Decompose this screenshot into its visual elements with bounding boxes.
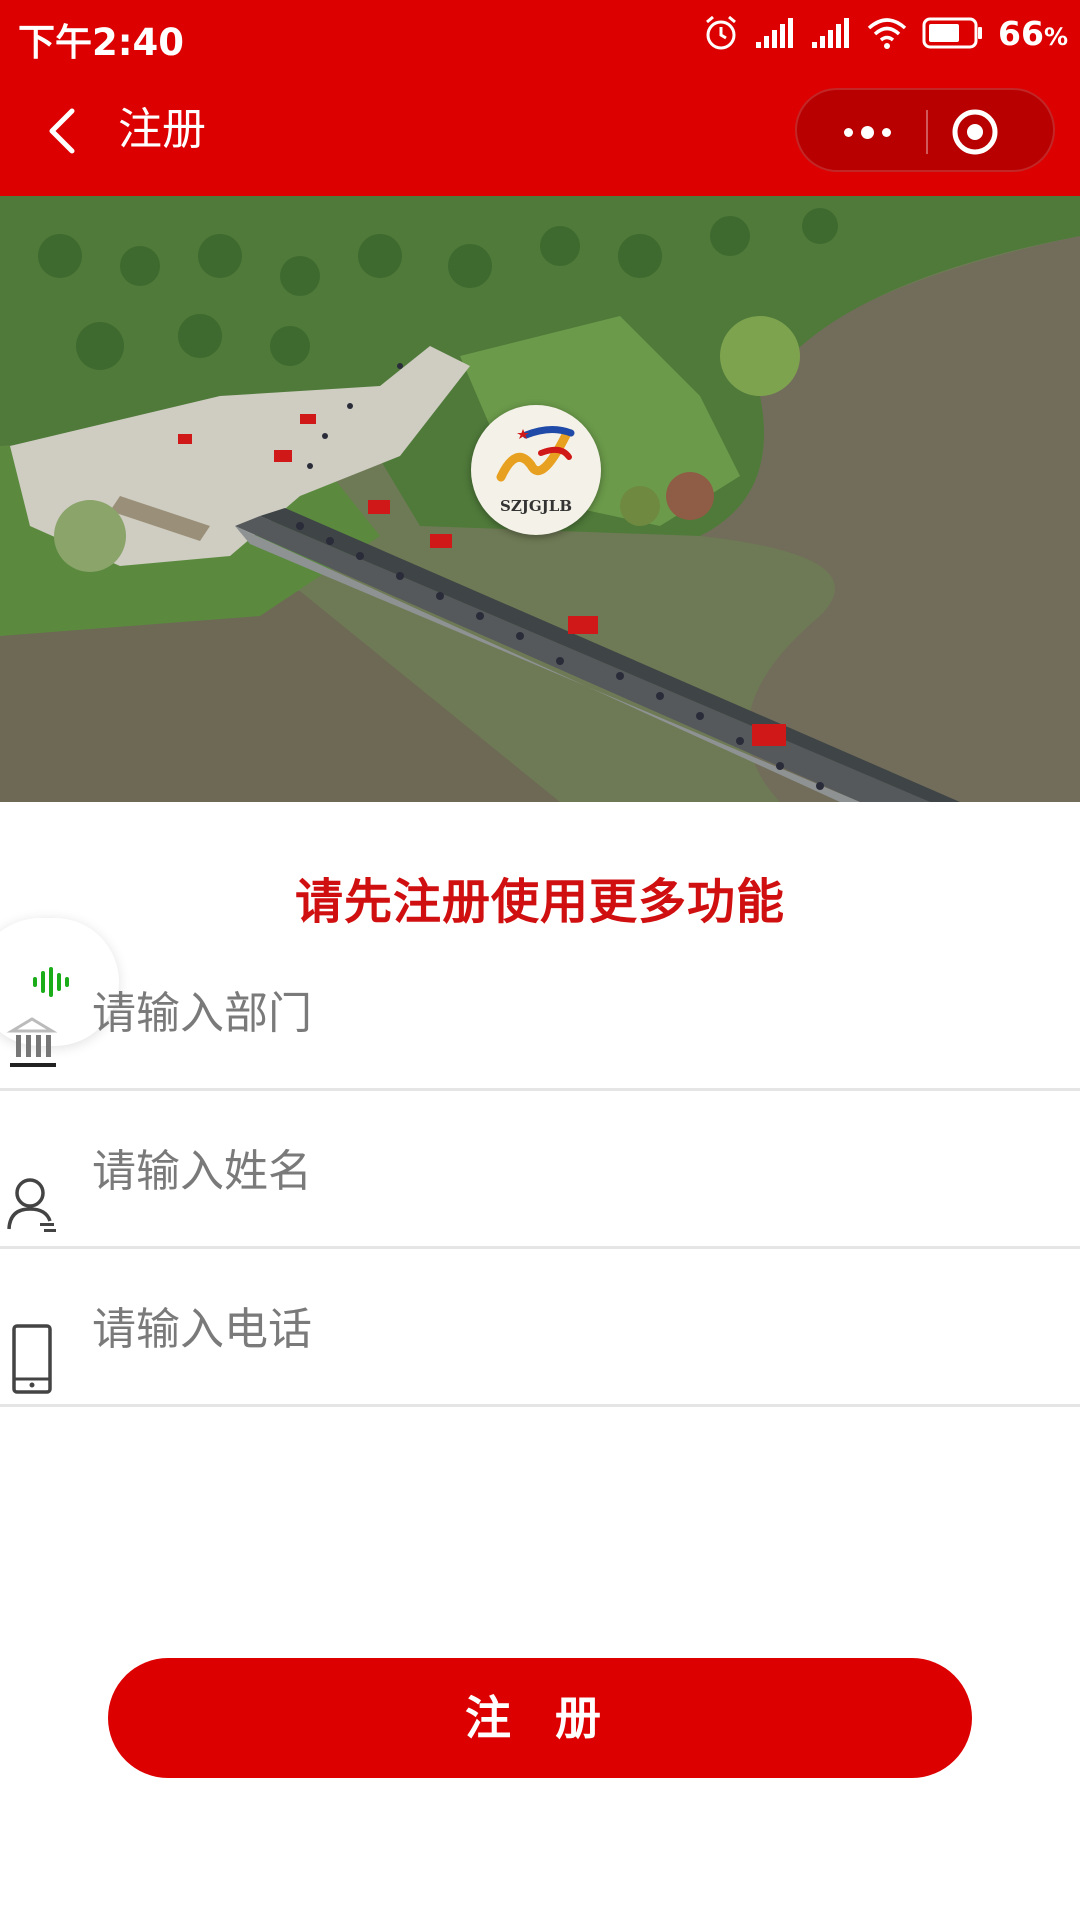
- phone-input[interactable]: [92, 1289, 1042, 1369]
- more-dots-icon-center: [860, 125, 874, 139]
- mini-program-capsule: [795, 88, 1055, 172]
- register-button[interactable]: 注 册: [108, 1658, 972, 1778]
- close-button[interactable]: [951, 108, 999, 156]
- phone-icon: [12, 1324, 52, 1394]
- logo-emblem-icon: [496, 426, 575, 482]
- name-field: [0, 1091, 1080, 1249]
- signal-icon: [756, 18, 794, 48]
- department-input[interactable]: [92, 973, 1042, 1053]
- wifi-icon: [867, 18, 907, 49]
- building-icon: [6, 1017, 58, 1067]
- name-input[interactable]: [92, 1131, 1042, 1211]
- page-title: 注册: [118, 104, 206, 155]
- more-dots-icon: [843, 127, 853, 137]
- battery-percent: 66: [998, 13, 1044, 53]
- status-bar: 下午2:40 66%: [0, 0, 1080, 66]
- battery-unit: %: [1043, 22, 1068, 51]
- chevron-left-icon: [49, 108, 75, 154]
- mini-program-close-icon: [952, 109, 998, 155]
- user-icon: [7, 1178, 56, 1232]
- back-button[interactable]: [36, 99, 92, 163]
- alarm-icon: [706, 15, 736, 50]
- logo-text: SZJGJLB: [499, 497, 572, 515]
- battery-level: 66%: [998, 14, 1068, 53]
- capsule-divider: [926, 110, 928, 154]
- nav-bar: 注册: [0, 66, 1080, 196]
- status-icons: 66%: [702, 10, 1068, 56]
- more-button[interactable]: [817, 90, 917, 174]
- banner-image: SZJGJLB: [0, 196, 1080, 802]
- club-logo: SZJGJLB: [471, 405, 601, 535]
- battery-icon: [922, 17, 983, 49]
- phone-field: [0, 1249, 1080, 1407]
- status-time: 下午2:40: [18, 21, 185, 64]
- register-prompt-headline: 请先注册使用更多功能: [294, 874, 785, 930]
- signal-icon-2: [812, 18, 850, 48]
- more-dots-icon-right: [881, 127, 891, 137]
- department-field: [0, 933, 1080, 1091]
